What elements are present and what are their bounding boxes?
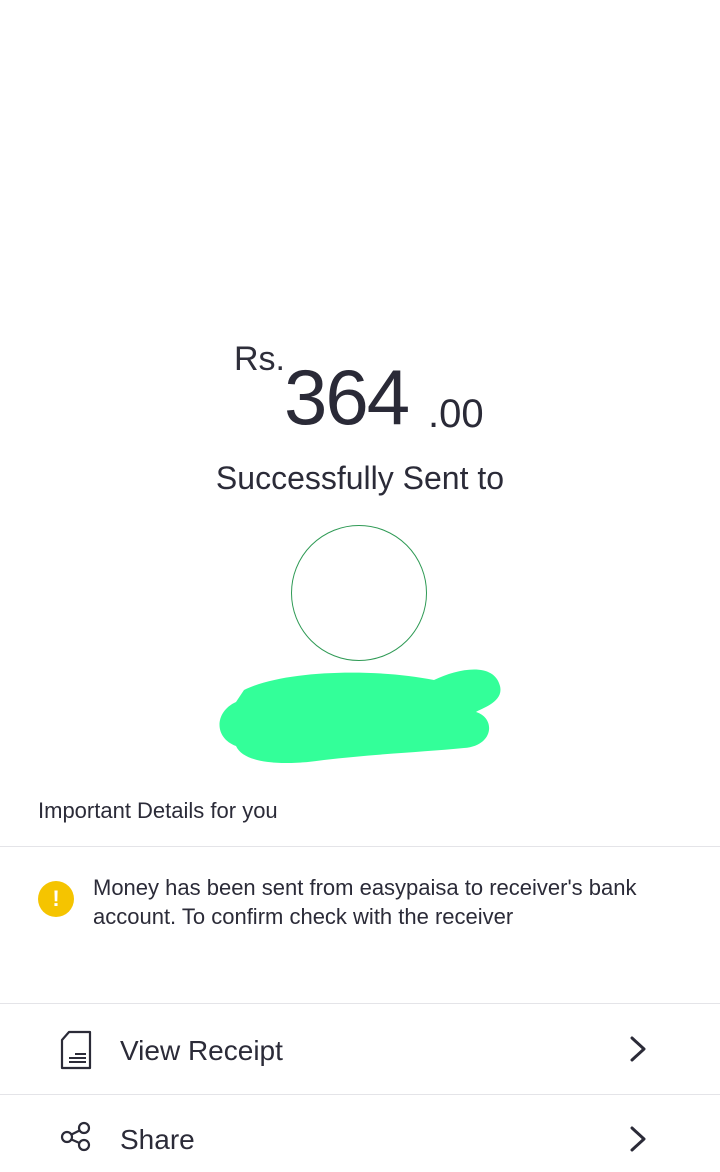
divider: [0, 1003, 720, 1004]
share-icon: [60, 1121, 91, 1152]
view-receipt-button[interactable]: View Receipt: [0, 1006, 720, 1094]
important-details-heading: Important Details for you: [38, 798, 278, 823]
recipient-avatar: [291, 525, 427, 661]
divider: [0, 1094, 720, 1095]
view-receipt-label: View Receipt: [120, 1035, 283, 1066]
notice-message: Money has been sent from easypaisa to re…: [93, 875, 637, 929]
success-message: Successfully Sent to: [215, 460, 505, 496]
warning-icon: !: [38, 881, 74, 917]
chevron-right-icon: [630, 1126, 646, 1152]
transaction-success-screen: Rs. 364 .00 Successfully Sent to Importa…: [0, 0, 720, 1172]
share-label: Share: [120, 1124, 195, 1155]
receipt-icon: [60, 1030, 92, 1070]
chevron-right-icon: [630, 1036, 646, 1062]
amount-decimal: .00: [428, 392, 484, 436]
share-button[interactable]: Share: [0, 1096, 720, 1172]
recipient-name-redaction: [219, 669, 501, 764]
divider: [0, 846, 720, 847]
amount-value: 364: [284, 353, 410, 441]
currency-label: Rs.: [234, 340, 285, 378]
